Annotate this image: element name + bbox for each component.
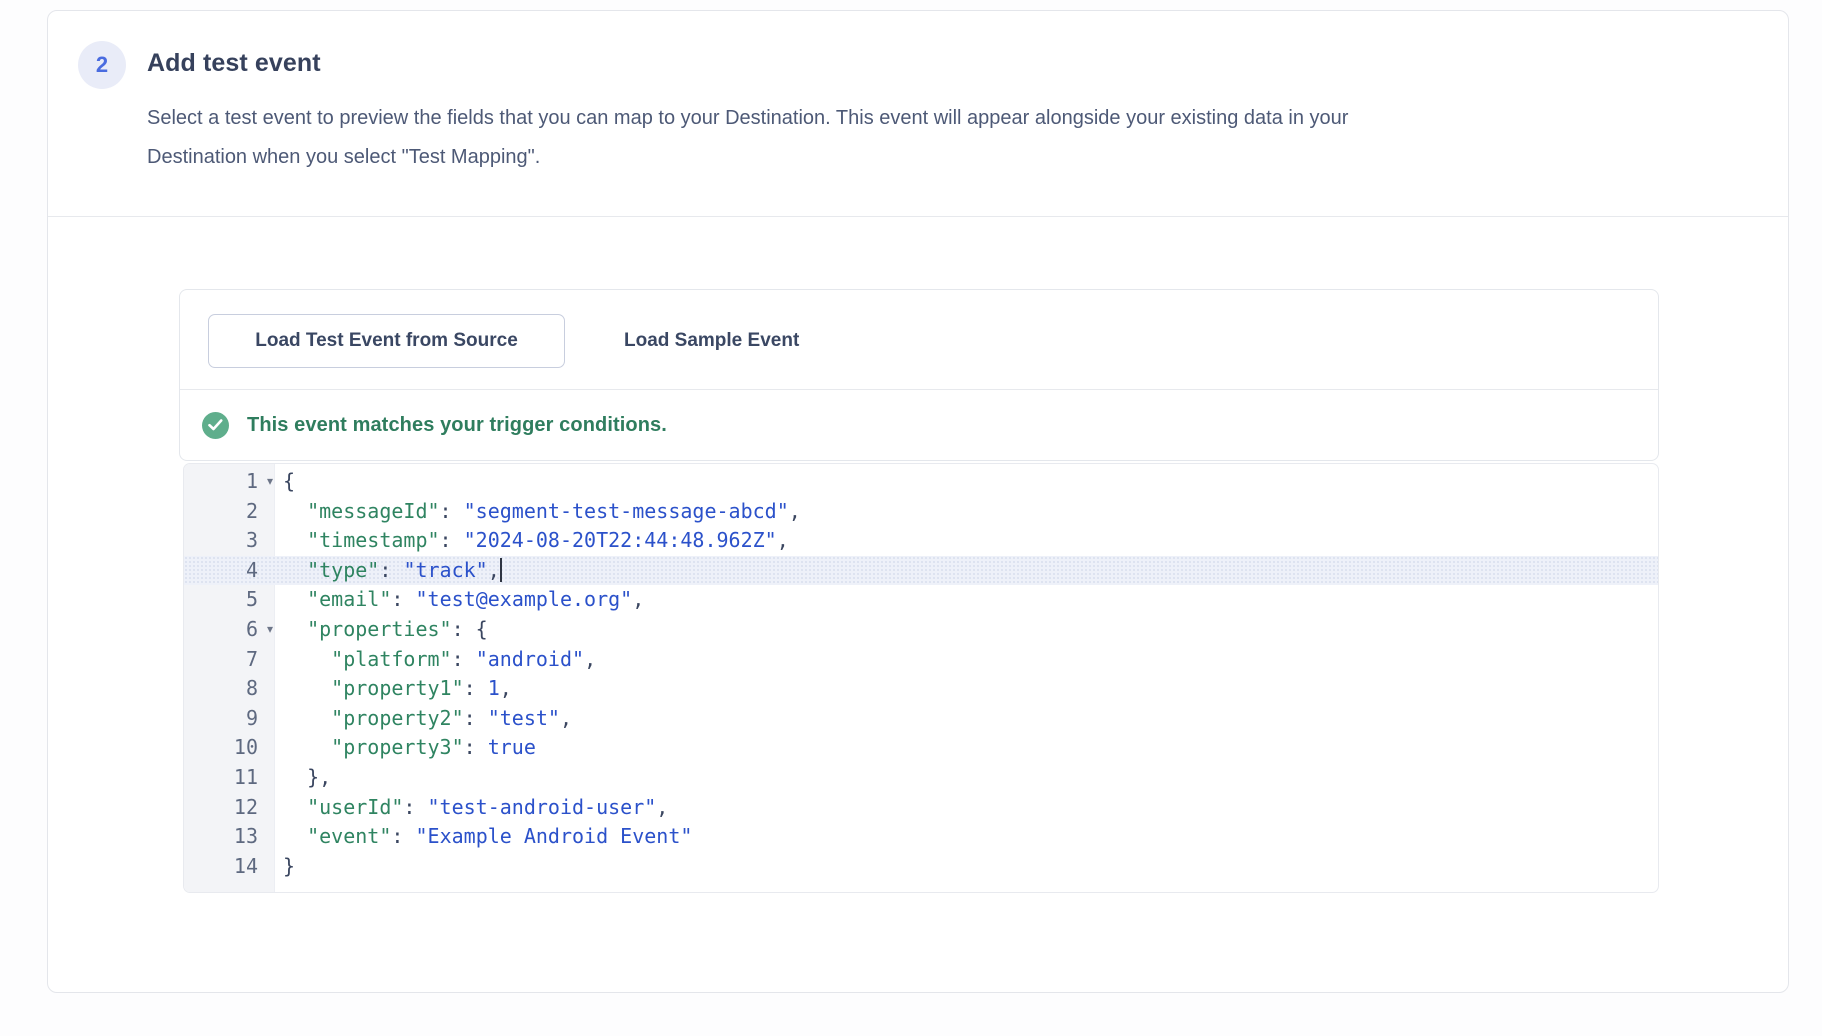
code-line[interactable]: 8 "property1": 1,	[184, 674, 1658, 704]
code-line[interactable]: 7 "platform": "android",	[184, 645, 1658, 675]
page: 2 Add test event Select a test event to …	[0, 0, 1822, 1036]
line-number: 11	[184, 763, 275, 793]
check-icon	[202, 412, 229, 439]
code-line[interactable]: 10 "property3": true	[184, 733, 1658, 763]
code-line[interactable]: 13 "event": "Example Android Event"	[184, 822, 1658, 852]
code-line[interactable]: 9 "property2": "test",	[184, 704, 1658, 734]
code-line-text[interactable]: "property1": 1,	[275, 674, 512, 704]
code-line-text[interactable]: "userId": "test-android-user",	[275, 793, 668, 823]
line-number: 2	[184, 497, 275, 527]
code-line-text[interactable]: "messageId": "segment-test-message-abcd"…	[275, 497, 801, 527]
line-number: 5	[184, 585, 275, 615]
line-number: 14	[184, 852, 275, 882]
json-code-editor[interactable]: 1▾{2 "messageId": "segment-test-message-…	[183, 463, 1659, 893]
text-cursor	[500, 558, 502, 582]
fold-arrow-icon[interactable]: ▾	[267, 467, 273, 497]
code-line[interactable]: 1▾{	[184, 467, 1658, 497]
line-number: 8	[184, 674, 275, 704]
code-line[interactable]: 11 },	[184, 763, 1658, 793]
fold-arrow-icon[interactable]: ▾	[267, 615, 273, 645]
code-line-text[interactable]: "event": "Example Android Event"	[275, 822, 692, 852]
line-number: 13	[184, 822, 275, 852]
code-line[interactable]: 2 "messageId": "segment-test-message-abc…	[184, 497, 1658, 527]
code-lines: 1▾{2 "messageId": "segment-test-message-…	[184, 467, 1658, 881]
code-line-text[interactable]: }	[275, 852, 295, 882]
step-description: Select a test event to preview the field…	[147, 99, 1747, 177]
step-number: 2	[96, 52, 108, 78]
test-event-panel: Load Test Event from Source Load Sample …	[179, 289, 1659, 461]
code-line-text[interactable]: "platform": "android",	[275, 645, 596, 675]
header-divider	[48, 216, 1788, 217]
line-number: 3	[184, 526, 275, 556]
load-test-event-button[interactable]: Load Test Event from Source	[208, 314, 565, 368]
code-line-text[interactable]: },	[275, 763, 331, 793]
code-line-text[interactable]: {	[275, 467, 295, 497]
code-line-text[interactable]: "type": "track",	[275, 556, 502, 586]
code-line[interactable]: 3 "timestamp": "2024-08-20T22:44:48.962Z…	[184, 526, 1658, 556]
line-number: 1▾	[184, 467, 275, 497]
code-line[interactable]: 6▾ "properties": {	[184, 615, 1658, 645]
step-number-badge: 2	[78, 41, 126, 89]
line-number: 9	[184, 704, 275, 734]
page-title: Add test event	[147, 49, 321, 78]
code-line-text[interactable]: "timestamp": "2024-08-20T22:44:48.962Z",	[275, 526, 789, 556]
code-line[interactable]: 12 "userId": "test-android-user",	[184, 793, 1658, 823]
code-line-text[interactable]: "properties": {	[275, 615, 488, 645]
code-line-text[interactable]: "email": "test@example.org",	[275, 585, 644, 615]
add-test-event-card: 2 Add test event Select a test event to …	[47, 10, 1789, 993]
code-line-text[interactable]: "property3": true	[275, 733, 536, 763]
code-line[interactable]: 4 "type": "track",	[184, 556, 1658, 586]
code-line[interactable]: 14}	[184, 852, 1658, 882]
line-number: 12	[184, 793, 275, 823]
trigger-status-message: This event matches your trigger conditio…	[247, 414, 667, 437]
line-number: 7	[184, 645, 275, 675]
line-number: 4	[184, 556, 275, 586]
code-line-text[interactable]: "property2": "test",	[275, 704, 572, 734]
trigger-status-row: This event matches your trigger conditio…	[180, 390, 1658, 460]
load-sample-event-button[interactable]: Load Sample Event	[595, 314, 828, 368]
line-number: 6▾	[184, 615, 275, 645]
line-number: 10	[184, 733, 275, 763]
code-line[interactable]: 5 "email": "test@example.org",	[184, 585, 1658, 615]
